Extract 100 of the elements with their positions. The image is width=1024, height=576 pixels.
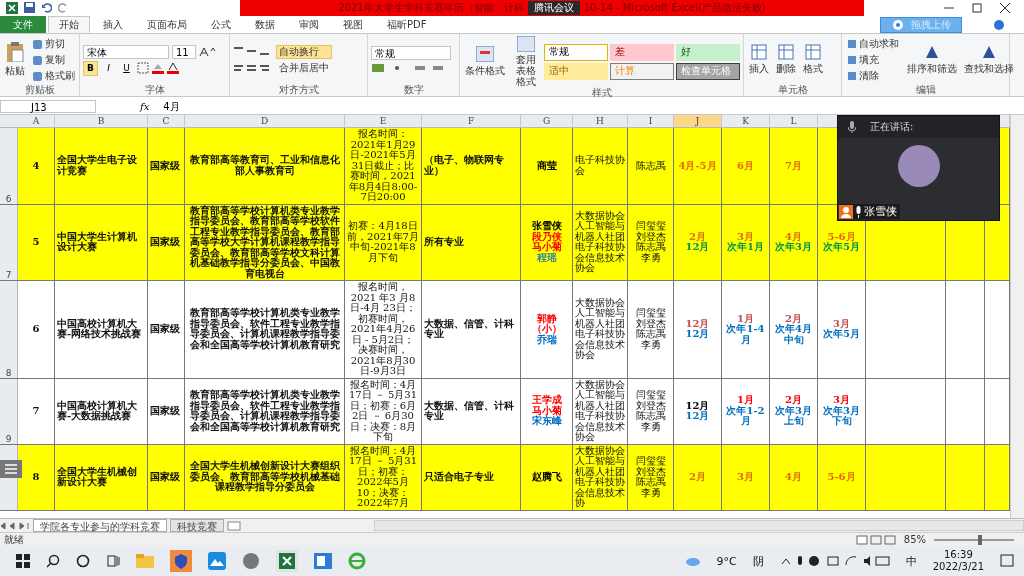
circle-icon[interactable] [76,554,90,568]
clipboard-button[interactable]: 剪切 [30,37,78,51]
editing-button[interactable]: 查找和选择 [962,44,1016,76]
ribbon-tab[interactable]: 福昕PDF [376,16,438,33]
paste-button[interactable]: 粘贴 [3,42,27,78]
number-format-field[interactable]: 常规 [371,46,451,60]
undo-icon[interactable] [41,2,52,13]
ribbon-tab[interactable]: 插入 [92,16,134,33]
column-header[interactable]: C [148,115,185,127]
restore-icon[interactable] [972,3,982,13]
format-button[interactable]: I [101,60,116,76]
format-button[interactable]: B [83,60,98,76]
font-size-field[interactable]: 11 [172,44,196,59]
name-box[interactable]: J13 [0,100,96,113]
task-view-icon[interactable] [106,554,120,568]
table-cell: （电子、物联网专业） [422,128,521,204]
sheet-tab[interactable]: 科技竞赛 [170,519,224,532]
contact-name: 马小菊 [531,242,562,253]
clipboard-button[interactable]: 复制 [30,53,78,67]
tray-icons-drawing[interactable] [779,555,890,567]
sheet-tab[interactable]: 学院各专业参与的学科竞赛 [33,519,167,532]
cells-button[interactable]: 删除 [774,44,798,76]
teacher-name: 陈志禹 [635,242,666,253]
cell-style-option[interactable]: 常规 [544,43,608,61]
cell-style-option[interactable]: 适中 [544,62,608,80]
conditional-format-button[interactable]: 条件格式 [463,45,507,78]
editing-button[interactable]: 填充 [845,53,902,67]
table-cell: 大数据、信管、计科专业 [422,378,521,444]
horizontal-scrollbar[interactable] [374,520,1024,531]
column-header[interactable]: F [422,115,521,127]
new-sheet-icon[interactable] [227,520,241,531]
notification-icon[interactable] [1000,554,1014,568]
sheet-nav-icon[interactable] [0,521,30,530]
column-header[interactable]: K [722,115,770,127]
format-as-table-button[interactable]: 套用表格格式 [510,36,541,87]
teacher-name: 李勇 [640,339,661,351]
ribbon-tab[interactable]: 审阅 [288,16,330,33]
ribbon-tab[interactable]: 开始 [48,16,90,33]
fill-color-icon[interactable] [152,62,164,74]
table-cell: 报名时间，2021 年3 月8日-4月 23日；初赛时间，2021年4月26日 - 5月2日；决赛时间，2021年8月30日-9月3日 [345,281,422,378]
ribbon-tab[interactable]: 数据 [244,16,286,33]
meeting-badge[interactable]: 腾讯会议 [527,1,580,15]
weather-condition[interactable]: 阴 [752,553,764,569]
save-icon[interactable] [24,2,35,13]
editing-button[interactable]: 自动求和 [845,37,902,51]
menu-icon[interactable] [0,460,22,478]
clock-time[interactable]: 16:39 [943,549,973,561]
shield-icon[interactable] [170,550,192,572]
mountain-icon[interactable] [208,552,226,570]
column-header[interactable]: L [770,115,818,127]
row-header[interactable]: 9 [0,378,18,444]
column-header[interactable]: J [674,115,722,127]
speaker-name: 张雪侠 [864,204,897,219]
window-icon[interactable] [314,553,332,569]
ribbon-tab[interactable]: 视图 [332,16,374,33]
spreadsheet-icon[interactable] [276,550,298,572]
column-header[interactable]: G [521,115,573,127]
wrap-text-button[interactable]: 自动换行 [276,45,332,59]
search-icon[interactable] [46,554,60,568]
row-header[interactable]: 6 [0,128,18,204]
clock-date[interactable]: 2022/3/21 [932,561,984,573]
column-header[interactable]: B [55,115,148,127]
column-header[interactable]: A [18,115,55,127]
help-icon[interactable] [994,19,1004,30]
windows-icon[interactable] [16,554,30,568]
ribbon-tab[interactable]: 公式 [200,16,242,33]
weather-temperature[interactable]: 9°C [716,554,737,568]
ribbon-tab[interactable]: 页面布局 [136,16,198,33]
cells-icon [778,44,794,60]
cells-button[interactable]: 格式 [801,44,825,76]
cell-style-option[interactable]: 好 [676,43,740,61]
month-text: 次年3月 [775,242,812,253]
microphone-icon [848,121,856,133]
function-label[interactable]: fx [96,101,164,112]
format-button[interactable]: U [119,60,134,76]
row-header[interactable]: 7 [0,204,18,280]
column-header[interactable]: E [345,115,422,127]
ribbon-tab[interactable]: 文件 [0,16,46,33]
editing-button[interactable]: 清除 [845,69,902,83]
formula-field[interactable]: 4月 [163,100,1024,113]
close-icon[interactable] [1000,3,1010,13]
row-header[interactable]: 8 [0,281,18,378]
browser-e-icon[interactable] [348,552,366,570]
font-grow-icon[interactable] [199,46,217,57]
cells-button[interactable]: 插入 [747,44,771,76]
cell-style-option[interactable]: 差 [610,43,674,61]
vertical-scrollbar[interactable] [1010,115,1024,518]
column-header[interactable]: H [573,115,628,127]
font-name-field[interactable]: 宋体 [83,44,169,59]
view-icon[interactable] [855,534,896,545]
merge-center-button[interactable]: 合并后居中 [276,61,332,75]
table-cell: 大数据协会人工智能与机器人社团电子科技协会信息技术协会 [573,204,628,280]
clipboard-button[interactable]: 格式刷 [30,69,78,83]
month-text: 12月 [685,411,710,422]
editing-button[interactable]: 排序和筛选 [905,44,959,76]
redo-icon[interactable] [58,2,69,13]
border-icon[interactable] [137,62,149,74]
font-color-icon[interactable] [167,62,179,74]
column-header[interactable]: D [185,115,345,127]
input-method-indicator[interactable]: 中 [905,553,917,569]
